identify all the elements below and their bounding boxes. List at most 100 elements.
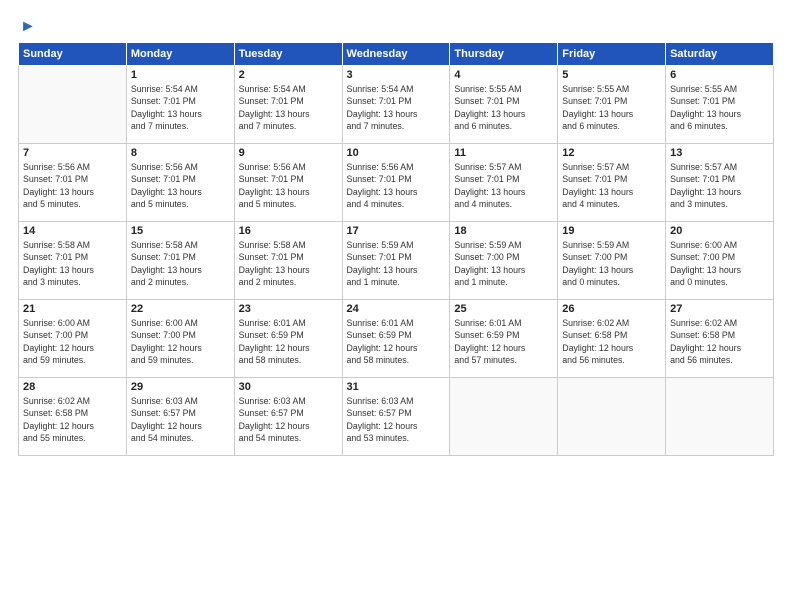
calendar-cell: 11 Sunrise: 5:57 AM Sunset: 7:01 PM Dayli… <box>450 144 558 222</box>
day-number: 30 <box>239 381 338 393</box>
day-info: Sunrise: 5:56 AM Sunset: 7:01 PM Dayligh… <box>239 161 338 210</box>
day-info: Sunrise: 5:58 AM Sunset: 7:01 PM Dayligh… <box>23 239 122 288</box>
calendar-cell <box>558 378 666 456</box>
day-number: 22 <box>131 303 230 315</box>
day-number: 4 <box>454 69 553 81</box>
day-number: 20 <box>670 225 769 237</box>
logo-bird-icon: ► <box>20 18 36 36</box>
day-number: 25 <box>454 303 553 315</box>
calendar-cell: 15Sunrise: 5:58 AM Sunset: 7:01 PM Dayli… <box>126 222 234 300</box>
day-info: Sunrise: 5:55 AM Sunset: 7:01 PM Dayligh… <box>562 83 661 132</box>
week-row-5: 28 Sunrise: 6:02 AM Sunset: 6:58 PM Dayli… <box>19 378 774 456</box>
calendar-table: SundayMondayTuesdayWednesdayThursdayFrid… <box>18 42 774 456</box>
day-info: Sunrise: 5:57 AM Sunset: 7:01 PM Dayligh… <box>454 161 553 210</box>
day-info: Sunrise: 6:03 AM Sunset: 6:57 PM Dayligh… <box>131 395 230 444</box>
day-info: Sunrise: 5:54 AM Sunset: 7:01 PM Dayligh… <box>131 83 230 132</box>
day-number: 16 <box>239 225 338 237</box>
week-row-1: 1 Sunrise: 5:54 AM Sunset: 7:01 PM Daylig… <box>19 66 774 144</box>
weekday-header-friday: Friday <box>558 43 666 66</box>
calendar-cell: 24Sunrise: 6:01 AM Sunset: 6:59 PM Dayli… <box>342 300 450 378</box>
calendar-cell: 29 Sunrise: 6:03 AM Sunset: 6:57 PM Dayli… <box>126 378 234 456</box>
calendar-cell: 12 Sunrise: 5:57 AM Sunset: 7:01 PM Dayli… <box>558 144 666 222</box>
calendar-cell: 18 Sunrise: 5:59 AM Sunset: 7:00 PM Dayli… <box>450 222 558 300</box>
calendar-cell: 3Sunrise: 5:54 AM Sunset: 7:01 PM Daylig… <box>342 66 450 144</box>
calendar-cell: 17 Sunrise: 5:59 AM Sunset: 7:01 PM Dayli… <box>342 222 450 300</box>
calendar-cell: 2 Sunrise: 5:54 AM Sunset: 7:01 PM Daylig… <box>234 66 342 144</box>
day-number: 23 <box>239 303 338 315</box>
day-info: Sunrise: 5:59 AM Sunset: 7:00 PM Dayligh… <box>562 239 661 288</box>
day-number: 31 <box>347 381 446 393</box>
calendar-cell <box>19 66 127 144</box>
day-info: Sunrise: 6:02 AM Sunset: 6:58 PM Dayligh… <box>562 317 661 366</box>
calendar-cell: 20 Sunrise: 6:00 AM Sunset: 7:00 PM Dayli… <box>666 222 774 300</box>
day-info: Sunrise: 6:03 AM Sunset: 6:57 PM Dayligh… <box>347 395 446 444</box>
header: ► <box>18 18 774 34</box>
calendar-cell: 22 Sunrise: 6:00 AM Sunset: 7:00 PM Dayli… <box>126 300 234 378</box>
day-info: Sunrise: 6:00 AM Sunset: 7:00 PM Dayligh… <box>670 239 769 288</box>
day-info: Sunrise: 5:55 AM Sunset: 7:01 PM Dayligh… <box>454 83 553 132</box>
calendar-cell: 23 Sunrise: 6:01 AM Sunset: 6:59 PM Dayli… <box>234 300 342 378</box>
calendar-cell: 7Sunrise: 5:56 AM Sunset: 7:01 PM Daylig… <box>19 144 127 222</box>
day-info: Sunrise: 6:01 AM Sunset: 6:59 PM Dayligh… <box>347 317 446 366</box>
weekday-header-monday: Monday <box>126 43 234 66</box>
day-number: 1 <box>131 69 230 81</box>
day-number: 11 <box>454 147 553 159</box>
day-number: 28 <box>23 381 122 393</box>
weekday-header-sunday: Sunday <box>19 43 127 66</box>
calendar-cell: 28 Sunrise: 6:02 AM Sunset: 6:58 PM Dayli… <box>19 378 127 456</box>
calendar-cell: 19 Sunrise: 5:59 AM Sunset: 7:00 PM Dayli… <box>558 222 666 300</box>
day-info: Sunrise: 6:03 AM Sunset: 6:57 PM Dayligh… <box>239 395 338 444</box>
day-number: 17 <box>347 225 446 237</box>
calendar-cell <box>450 378 558 456</box>
day-info: Sunrise: 6:00 AM Sunset: 7:00 PM Dayligh… <box>131 317 230 366</box>
day-info: Sunrise: 5:55 AM Sunset: 7:01 PM Dayligh… <box>670 83 769 132</box>
day-number: 12 <box>562 147 661 159</box>
day-number: 3 <box>347 69 446 81</box>
day-info: Sunrise: 5:56 AM Sunset: 7:01 PM Dayligh… <box>347 161 446 210</box>
day-info: Sunrise: 5:54 AM Sunset: 7:01 PM Dayligh… <box>239 83 338 132</box>
calendar-cell: 9 Sunrise: 5:56 AM Sunset: 7:01 PM Daylig… <box>234 144 342 222</box>
day-info: Sunrise: 5:57 AM Sunset: 7:01 PM Dayligh… <box>670 161 769 210</box>
weekday-header-tuesday: Tuesday <box>234 43 342 66</box>
day-info: Sunrise: 6:02 AM Sunset: 6:58 PM Dayligh… <box>23 395 122 444</box>
day-number: 10 <box>347 147 446 159</box>
day-number: 9 <box>239 147 338 159</box>
calendar-cell: 6 Sunrise: 5:55 AM Sunset: 7:01 PM Daylig… <box>666 66 774 144</box>
day-number: 14 <box>23 225 122 237</box>
calendar-cell: 16 Sunrise: 5:58 AM Sunset: 7:01 PM Dayli… <box>234 222 342 300</box>
day-number: 29 <box>131 381 230 393</box>
day-number: 19 <box>562 225 661 237</box>
day-number: 2 <box>239 69 338 81</box>
day-info: Sunrise: 6:01 AM Sunset: 6:59 PM Dayligh… <box>454 317 553 366</box>
weekday-header-saturday: Saturday <box>666 43 774 66</box>
day-info: Sunrise: 5:58 AM Sunset: 7:01 PM Dayligh… <box>239 239 338 288</box>
logo: ► <box>18 18 36 34</box>
day-number: 5 <box>562 69 661 81</box>
day-info: Sunrise: 5:59 AM Sunset: 7:01 PM Dayligh… <box>347 239 446 288</box>
calendar-cell: 14 Sunrise: 5:58 AM Sunset: 7:01 PM Dayli… <box>19 222 127 300</box>
day-info: Sunrise: 6:02 AM Sunset: 6:58 PM Dayligh… <box>670 317 769 366</box>
page: ► SundayMondayTuesdayWednesdayThursdayFr… <box>0 0 792 612</box>
weekday-header-row: SundayMondayTuesdayWednesdayThursdayFrid… <box>19 43 774 66</box>
weekday-header-thursday: Thursday <box>450 43 558 66</box>
day-info: Sunrise: 6:00 AM Sunset: 7:00 PM Dayligh… <box>23 317 122 366</box>
calendar-cell: 21 Sunrise: 6:00 AM Sunset: 7:00 PM Dayli… <box>19 300 127 378</box>
day-info: Sunrise: 6:01 AM Sunset: 6:59 PM Dayligh… <box>239 317 338 366</box>
week-row-4: 21 Sunrise: 6:00 AM Sunset: 7:00 PM Dayli… <box>19 300 774 378</box>
day-number: 18 <box>454 225 553 237</box>
day-number: 27 <box>670 303 769 315</box>
day-number: 26 <box>562 303 661 315</box>
day-info: Sunrise: 5:57 AM Sunset: 7:01 PM Dayligh… <box>562 161 661 210</box>
calendar-cell: 13 Sunrise: 5:57 AM Sunset: 7:01 PM Dayli… <box>666 144 774 222</box>
day-info: Sunrise: 5:59 AM Sunset: 7:00 PM Dayligh… <box>454 239 553 288</box>
calendar-cell: 30 Sunrise: 6:03 AM Sunset: 6:57 PM Dayli… <box>234 378 342 456</box>
day-number: 6 <box>670 69 769 81</box>
calendar-cell: 10 Sunrise: 5:56 AM Sunset: 7:01 PM Dayli… <box>342 144 450 222</box>
weekday-header-wednesday: Wednesday <box>342 43 450 66</box>
calendar-cell: 4 Sunrise: 5:55 AM Sunset: 7:01 PM Daylig… <box>450 66 558 144</box>
calendar-cell <box>666 378 774 456</box>
calendar-cell: 27 Sunrise: 6:02 AM Sunset: 6:58 PM Dayli… <box>666 300 774 378</box>
calendar-cell: 5 Sunrise: 5:55 AM Sunset: 7:01 PM Daylig… <box>558 66 666 144</box>
day-number: 13 <box>670 147 769 159</box>
day-number: 21 <box>23 303 122 315</box>
